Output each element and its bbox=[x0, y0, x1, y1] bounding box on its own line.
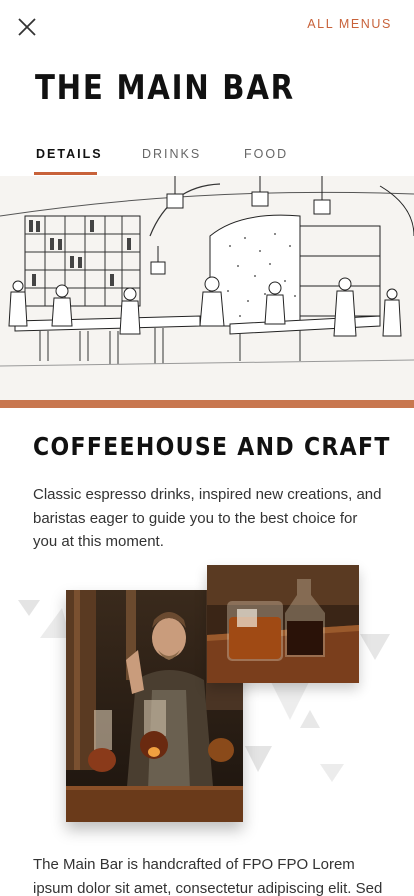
tab-bar: DETAILS DRINKS FOOD bbox=[0, 138, 414, 176]
section-heading: COFFEEHOUSE AND CRAFT bbox=[33, 432, 391, 461]
hero-illustration bbox=[0, 176, 414, 400]
tab-food[interactable]: FOOD bbox=[244, 147, 288, 161]
section-description: Classic espresso drinks, inspired new cr… bbox=[33, 486, 382, 550]
about-text: The Main Bar is handcrafted of FPO FPO L… bbox=[33, 856, 383, 896]
active-tab-indicator bbox=[34, 172, 97, 175]
top-bar: ALL MENUS bbox=[0, 0, 414, 52]
photo-collage bbox=[0, 560, 414, 840]
tab-drinks[interactable]: DRINKS bbox=[142, 147, 201, 161]
all-menus-link[interactable]: ALL MENUS bbox=[307, 17, 392, 31]
page-title: THE MAIN BAR bbox=[35, 68, 295, 108]
close-icon bbox=[18, 18, 36, 36]
close-button[interactable] bbox=[14, 14, 40, 40]
hero-accent-stripe bbox=[0, 400, 414, 408]
drinks-photo bbox=[207, 565, 359, 683]
tab-details[interactable]: DETAILS bbox=[36, 147, 103, 161]
